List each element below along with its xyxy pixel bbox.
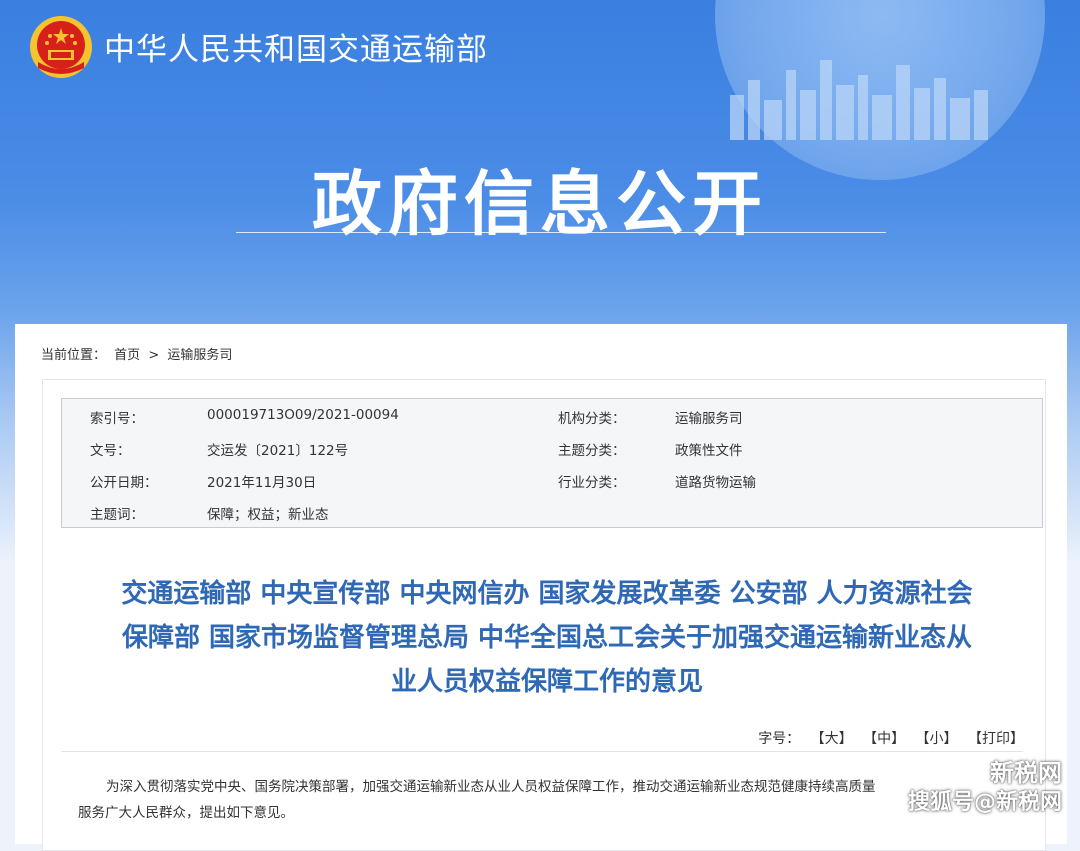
body-paragraph-line: 为深入贯彻落实党中央、国务院决策部署，加强交通运输新业态从业人员权益保障工作，推… <box>106 779 876 795</box>
document-title-line: 保障部 国家市场监督管理总局 中华全国总工会关于加强交通运输新业态从 <box>121 623 973 653</box>
org-label: 机构分类： <box>558 411 626 427</box>
watermark-bottom-text: 搜狐号@新税网 <box>907 790 1062 815</box>
watermark: 新税网 搜狐号@新税网 <box>908 758 1062 818</box>
topic-label: 主题分类： <box>558 443 626 459</box>
breadcrumb-home-link[interactable]: 首页 <box>114 348 140 363</box>
document-metadata-table: 索引号： 000019713O09/2021-00094 机构分类： 运输服务司… <box>61 398 1043 528</box>
ministry-name: 中华人民共和国交通运输部 <box>104 32 488 68</box>
breadcrumb-current-link[interactable]: 运输服务司 <box>167 348 232 363</box>
print-button[interactable]: 【打印】 <box>968 731 1024 747</box>
watermark-top-text: 新税网 <box>990 759 1062 787</box>
document-title: 交通运输部 中央宣传部 中央网信办 国家发展改革委 公安部 人力资源社会 保障部… <box>67 572 1027 704</box>
index-value: 000019713O09/2021-00094 <box>207 407 399 423</box>
font-size-label: 字号： <box>758 731 801 747</box>
industry-label: 行业分类： <box>558 475 626 491</box>
font-large-button[interactable]: 【大】 <box>811 731 853 747</box>
document-title-line: 交通运输部 中央宣传部 中央网信办 国家发展改革委 公安部 人力资源社会 <box>121 579 973 609</box>
keywords-value: 保障；权益；新业态 <box>207 507 329 523</box>
body-paragraph-line: 服务广大人民群众，提出如下意见。 <box>78 805 294 821</box>
date-value: 2021年11月30日 <box>207 475 317 491</box>
docno-label: 文号： <box>90 443 131 459</box>
topic-value: 政策性文件 <box>675 443 743 459</box>
breadcrumb-separator: > <box>148 348 160 363</box>
index-label: 索引号： <box>90 411 144 427</box>
date-label: 公开日期： <box>90 475 158 491</box>
docno-value: 交运发〔2021〕122号 <box>207 443 349 459</box>
keywords-label: 主题词： <box>90 507 144 523</box>
font-size-toolbar: 字号： 【大】 【中】 【小】 【打印】 <box>758 728 1024 748</box>
font-small-button[interactable]: 【小】 <box>916 731 958 747</box>
city-skyline-image <box>730 60 988 140</box>
breadcrumb: 当前位置： 首页 > 运输服务司 <box>41 344 236 363</box>
title-divider <box>236 232 886 233</box>
org-value: 运输服务司 <box>675 411 743 427</box>
page-title: 政府信息公开 <box>312 163 768 245</box>
font-medium-button[interactable]: 【中】 <box>863 731 905 747</box>
content-divider <box>61 751 1023 752</box>
national-emblem-icon <box>30 16 92 78</box>
document-title-line: 业人员权益保障工作的意见 <box>390 667 703 697</box>
document-body: 为深入贯彻落实党中央、国务院决策部署，加强交通运输新业态从业人员权益保障工作，推… <box>78 774 998 826</box>
industry-value: 道路货物运输 <box>675 475 756 491</box>
breadcrumb-prefix: 当前位置： <box>41 348 107 363</box>
